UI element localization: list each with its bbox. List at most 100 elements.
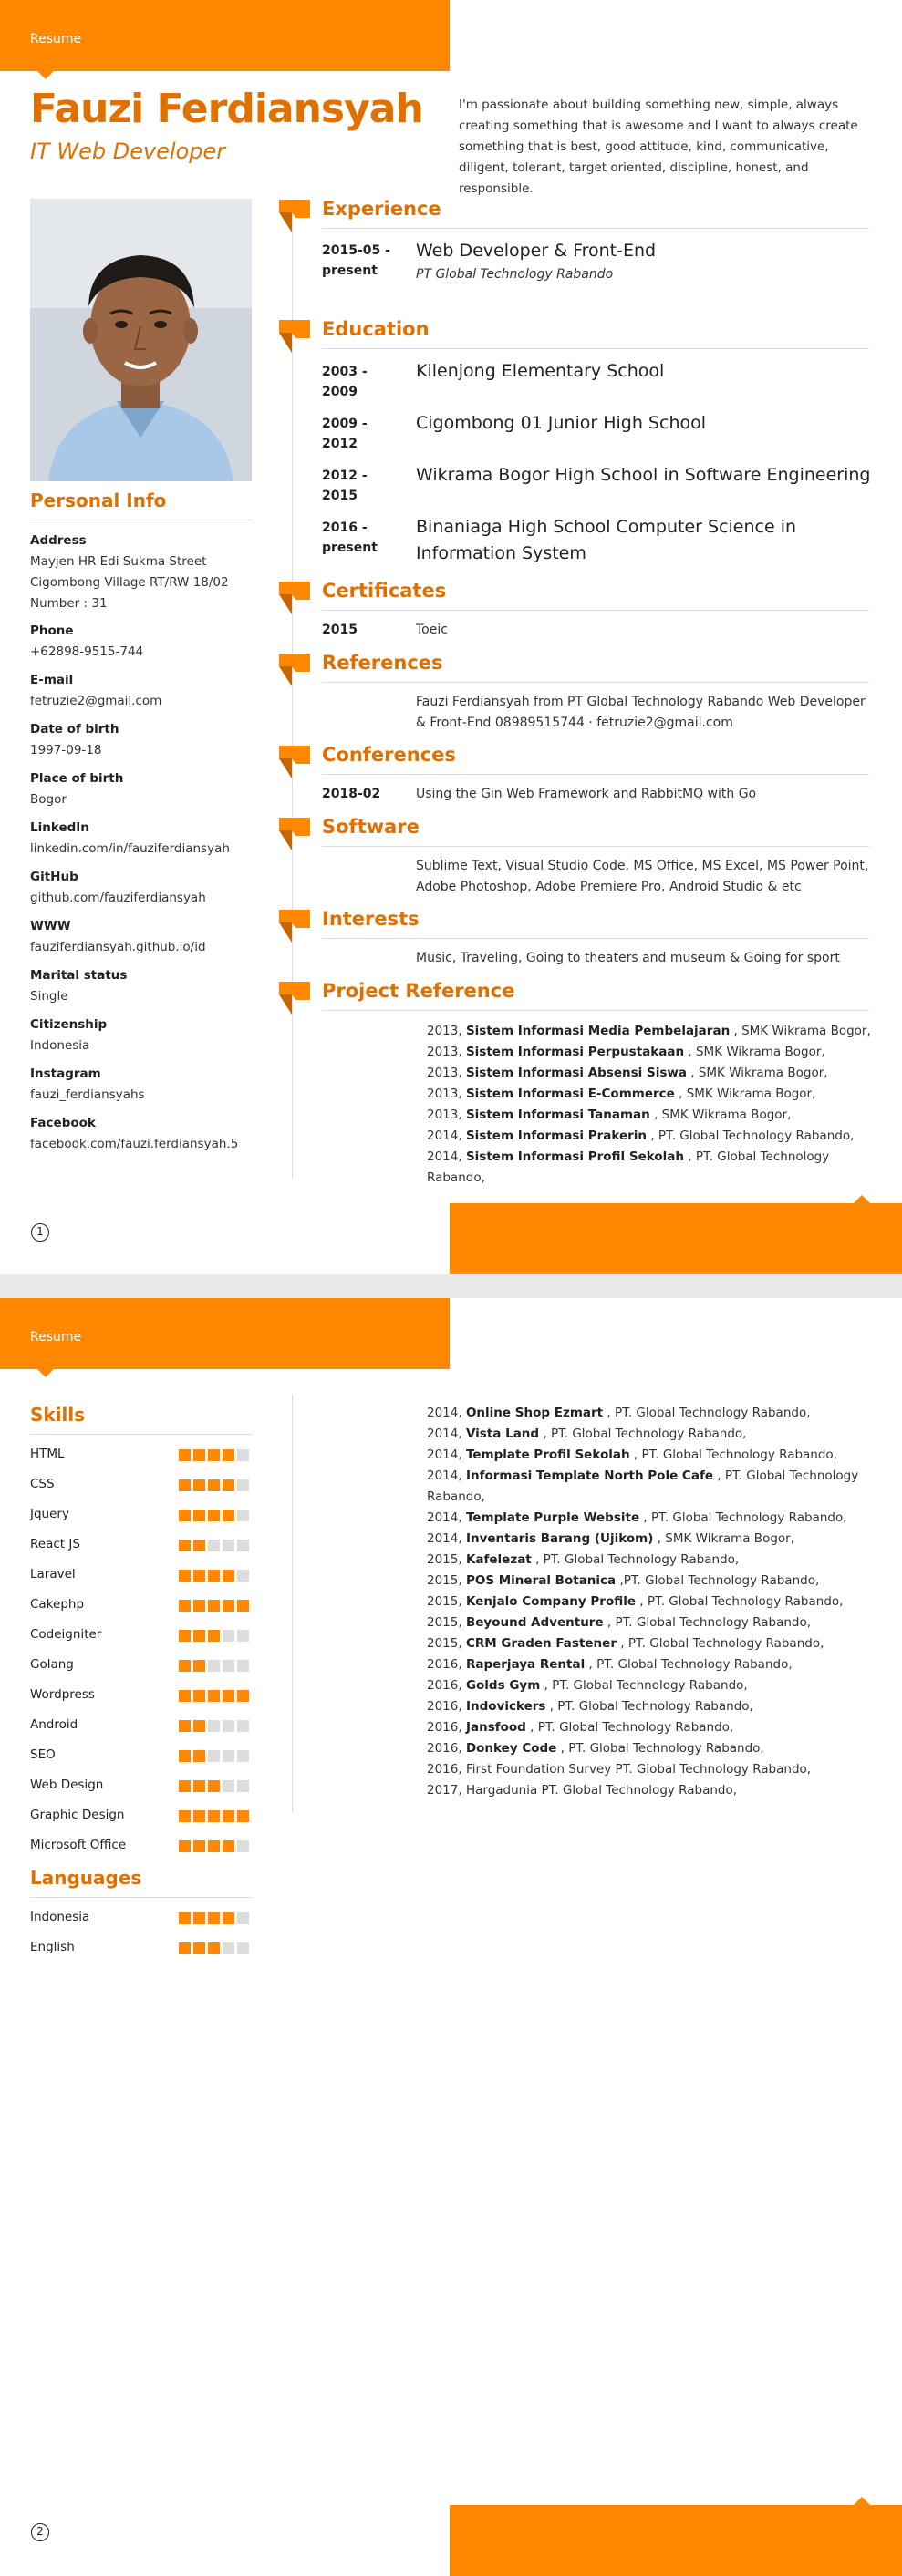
rating-square-icon [193, 1479, 205, 1491]
rating-square-icon [179, 1810, 191, 1822]
skills-rating [179, 1570, 254, 1582]
rating-square-icon [237, 1942, 249, 1954]
rating-square-icon [193, 1449, 205, 1461]
rating-square-icon [237, 1510, 249, 1521]
rating-square-icon [208, 1912, 220, 1924]
rating-square-icon [223, 1942, 234, 1954]
rating-square-icon [179, 1660, 191, 1672]
header-tab: Resume [0, 0, 450, 71]
rating-square-icon [208, 1540, 220, 1551]
info-value: Indonesia [30, 1038, 90, 1053]
rating-square-icon [223, 1600, 234, 1612]
list-item: 2014, Inventaris Barang (Ujikom) , SMK W… [427, 1531, 794, 1546]
education-school: Binaniaga High School Computer Science i… [416, 517, 797, 563]
skills-name: Web Design [30, 1777, 104, 1792]
rating-square-icon [193, 1660, 205, 1672]
rating-square-icon [237, 1912, 249, 1924]
info-value[interactable]: fauzi_ferdiansyahs [30, 1085, 267, 1106]
rating-square-icon [208, 1479, 220, 1491]
rating-square-icon [223, 1510, 234, 1521]
skills-row: Graphic Design [30, 1808, 254, 1826]
rating-square-icon [193, 1810, 205, 1822]
skills-rating [179, 1660, 254, 1673]
rating-square-icon [223, 1720, 234, 1732]
info-value[interactable]: +62898-9515-744 [30, 642, 267, 663]
list-item: 2013, Sistem Informasi E-Commerce , SMK … [427, 1087, 816, 1101]
rating-square-icon [208, 1780, 220, 1792]
info-value[interactable]: fetruzie2@gmail.com [30, 691, 267, 712]
info-value: 1997-09-18 [30, 743, 102, 757]
skills-row: Wordpress [30, 1687, 254, 1705]
conferences-title: Conferences [322, 744, 456, 766]
rating-square-icon [179, 1540, 191, 1551]
section-flag-icon [279, 654, 310, 686]
rating-square-icon [179, 1510, 191, 1521]
project-list-page-2: 2014, Online Shop Ezmart , PT. Global Te… [427, 1403, 883, 1801]
rating-square-icon [237, 1660, 249, 1672]
rating-square-icon [179, 1600, 191, 1612]
list-item: 2017, Hargadunia PT. Global Technology R… [427, 1783, 738, 1798]
conferences-divider [322, 774, 869, 775]
list-item: 2015, Beyound Adventure , PT. Global Tec… [427, 1615, 812, 1630]
rating-square-icon [208, 1942, 220, 1954]
project-list-page-1: 2013, Sistem Informasi Media Pembelajara… [427, 1021, 883, 1189]
list-item: 2016, Donkey Code , PT. Global Technolog… [427, 1741, 764, 1756]
rating-square-icon [237, 1720, 249, 1732]
skills-row: Web Design [30, 1777, 254, 1796]
education-school: Cigombong 01 Junior High School [416, 413, 707, 433]
references-title: References [322, 652, 443, 674]
summary-text: I'm passionate about building something … [459, 98, 858, 196]
rating-square-icon [208, 1570, 220, 1582]
info-value[interactable]: fauziferdiansyah.github.io/id [30, 937, 267, 958]
references-text: Fauzi Ferdiansyah from PT Global Technol… [416, 695, 866, 730]
rating-square-icon [237, 1540, 249, 1551]
info-label: Marital status [30, 968, 128, 983]
software-title: Software [322, 816, 420, 838]
interests-text: Music, Traveling, Going to theaters and … [416, 951, 840, 965]
skills-rating [179, 1750, 254, 1763]
resume-page-1: Resume Fauzi Ferdiansyah IT Web Develope… [0, 0, 902, 1274]
page-number: 1 [31, 1223, 49, 1242]
skills-row: Jquery [30, 1507, 254, 1525]
experience-divider [322, 228, 869, 229]
list-item: 2014, Sistem Informasi Profil Sekolah , … [427, 1149, 830, 1185]
rating-square-icon [208, 1720, 220, 1732]
rating-square-icon [223, 1660, 234, 1672]
languages-name: Indonesia [30, 1910, 90, 1924]
list-item: 2015, CRM Graden Fastener , PT. Global T… [427, 1636, 824, 1651]
skills-row: Laravel [30, 1567, 254, 1585]
rating-square-icon [193, 1630, 205, 1642]
list-item: 2016, Indovickers , PT. Global Technolog… [427, 1699, 753, 1714]
education-title: Education [322, 318, 430, 340]
project-reference-title: Project Reference [322, 980, 515, 1002]
skills-rating [179, 1540, 254, 1552]
list-item: 2016, Jansfood , PT. Global Technology R… [427, 1720, 734, 1735]
list-item: 2014, Informasi Template North Pole Cafe… [427, 1468, 859, 1504]
info-label: E-mail [30, 673, 74, 687]
tab-label: Resume [30, 32, 82, 46]
list-item: 2016, Raperjaya Rental , PT. Global Tech… [427, 1657, 793, 1672]
info-value: Mayjen HR Edi Sukma Street Cigombong Vil… [30, 554, 229, 611]
rating-square-icon [193, 1912, 205, 1924]
info-label: Facebook [30, 1116, 96, 1130]
skills-rating [179, 1479, 254, 1492]
section-flag-icon [279, 818, 310, 850]
experience-company: PT Global Technology Rabando [416, 267, 614, 282]
info-label: Citizenship [30, 1017, 108, 1032]
info-marital-status: Marital status Single [30, 968, 267, 1007]
rating-square-icon [223, 1540, 234, 1551]
info-value[interactable]: facebook.com/fauzi.ferdiansyah.5 [30, 1134, 267, 1155]
rating-square-icon [208, 1510, 220, 1521]
references-divider [322, 682, 869, 683]
rating-square-icon [223, 1780, 234, 1792]
personal-info-title: Personal Info [30, 489, 167, 511]
rating-square-icon [193, 1780, 205, 1792]
rating-square-icon [223, 1449, 234, 1461]
skills-row: Codeigniter [30, 1627, 254, 1645]
experience-title: Experience [322, 198, 441, 220]
info-value[interactable]: linkedin.com/in/fauziferdiansyah [30, 839, 267, 860]
rating-square-icon [223, 1750, 234, 1762]
education-divider [322, 348, 869, 349]
rating-square-icon [237, 1780, 249, 1792]
info-value[interactable]: github.com/fauziferdiansyah [30, 888, 267, 909]
